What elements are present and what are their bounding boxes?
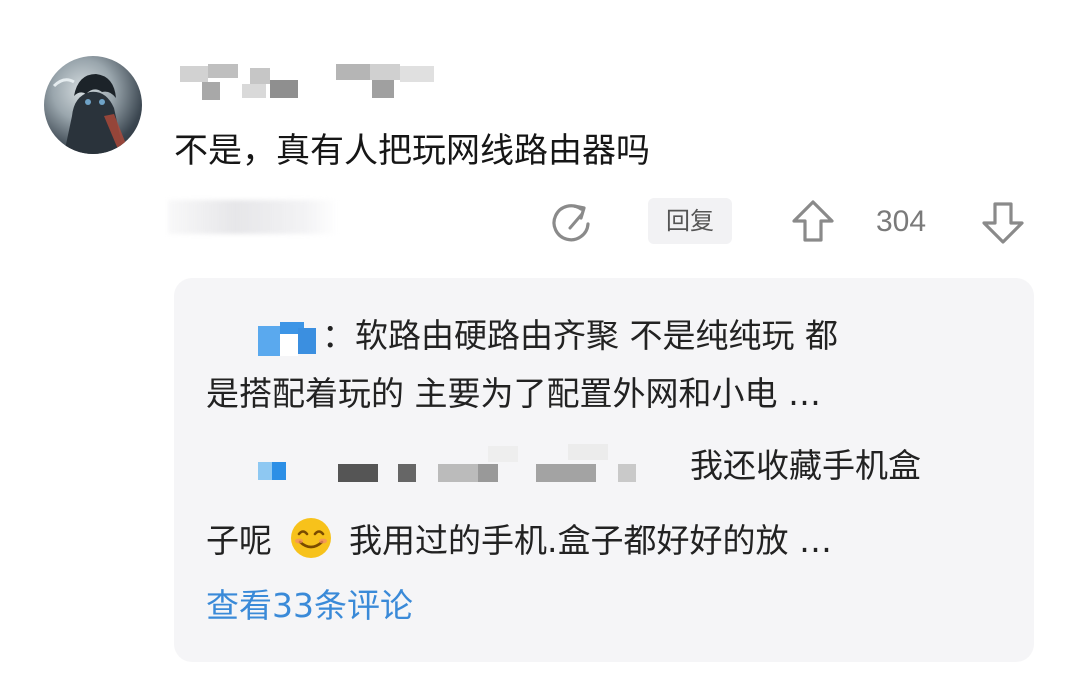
view-more-comments-link[interactable]: 查看33条评论 bbox=[206, 584, 413, 628]
comment-page: 不是，真有人把玩网线路由器吗 回复 304 ：软路由硬路由齐聚 不是纯纯玩 都 … bbox=[0, 0, 1080, 682]
reply1-text-a: ：软路由硬路由齐聚 不是纯纯玩 都 bbox=[322, 316, 838, 355]
user-avatar[interactable] bbox=[44, 56, 142, 154]
comment-action-row: 回复 304 bbox=[0, 196, 1080, 248]
vote-count: 304 bbox=[876, 205, 927, 238]
avatar-illustration bbox=[52, 74, 130, 154]
arrow-down-icon[interactable] bbox=[980, 198, 1026, 246]
replies-container: ：软路由硬路由齐聚 不是纯纯玩 都 是搭配着玩的 主要为了配置外网和小电 … 我… bbox=[174, 278, 1034, 662]
refresh-share-icon[interactable] bbox=[548, 200, 594, 246]
smile-emoji-icon bbox=[289, 516, 333, 560]
comment-body: 不是，真有人把玩网线路由器吗 bbox=[174, 131, 650, 171]
reply2-line1: 我还收藏手机盒 bbox=[690, 446, 921, 485]
reply1-username-mosaic[interactable] bbox=[258, 320, 328, 360]
reply-button[interactable]: 回复 bbox=[648, 198, 732, 244]
reply2-text-a: 子呢 bbox=[206, 521, 272, 560]
username-mosaic[interactable] bbox=[176, 58, 446, 100]
reply1-line1: ：软路由硬路由齐聚 不是纯纯玩 都 bbox=[322, 314, 838, 358]
reply2-text-b: 我用过的手机.盒子都好好的放 … bbox=[349, 521, 832, 560]
reply2-username-mosaic[interactable] bbox=[258, 444, 638, 492]
reply2-line2: 子呢 我用过的手机.盒子都好好的放 … bbox=[206, 516, 832, 563]
arrow-up-icon[interactable] bbox=[790, 198, 836, 246]
reply1-line2: 是搭配着玩的 主要为了配置外网和小电 … bbox=[206, 374, 821, 413]
